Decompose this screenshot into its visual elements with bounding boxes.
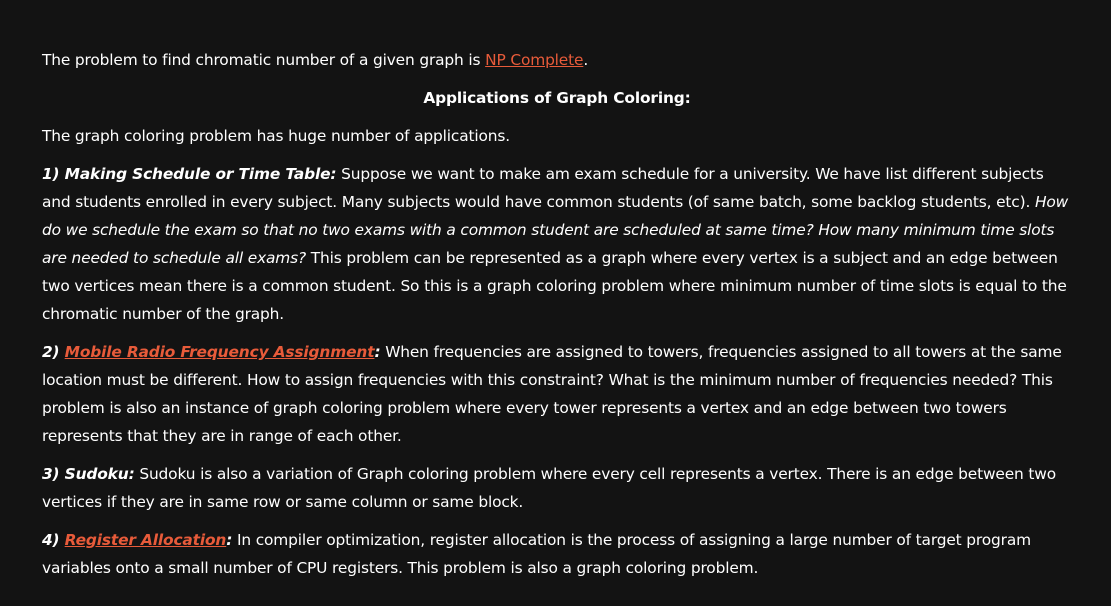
intro-text: The problem to find chromatic number of … <box>42 51 486 69</box>
summary-paragraph: The graph coloring problem has huge numb… <box>42 127 511 145</box>
intro-paragraph: The problem to find chromatic number of … <box>42 46 1072 74</box>
radio-frequency-link[interactable]: Mobile Radio Frequency Assignment <box>65 343 375 361</box>
applications-heading: Applications of Graph Coloring: <box>423 89 691 107</box>
np-complete-link[interactable]: NP Complete <box>485 51 583 69</box>
application-schedule-title: 1) Making Schedule or Time Table: <box>42 165 337 183</box>
application-schedule: 1) Making Schedule or Time Table: Suppos… <box>42 160 1072 328</box>
intro-period: . <box>583 51 589 69</box>
article-body: The problem to find chromatic number of … <box>42 46 1072 592</box>
application-register-number: 4) <box>42 531 65 549</box>
application-sudoku-text: Sudoku is also a variation of Graph colo… <box>42 465 1056 511</box>
register-allocation-link[interactable]: Register Allocation <box>65 531 227 549</box>
application-sudoku-title: 3) Sudoku: <box>42 465 135 483</box>
application-radio: 2) Mobile Radio Frequency Assignment: Wh… <box>42 338 1072 450</box>
application-radio-number: 2) <box>42 343 65 361</box>
application-sudoku: 3) Sudoku: Sudoku is also a variation of… <box>42 460 1072 516</box>
application-register: 4) Register Allocation: In compiler opti… <box>42 526 1072 582</box>
